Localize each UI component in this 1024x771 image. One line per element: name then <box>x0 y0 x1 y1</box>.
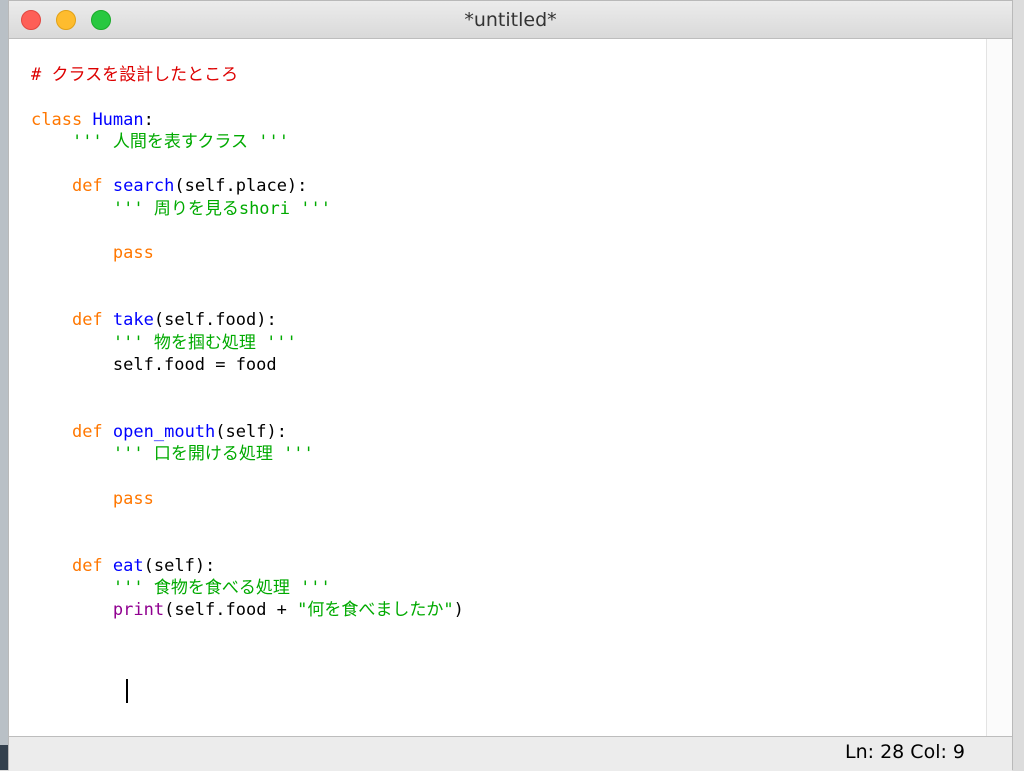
editor-window: *untitled* # クラスを設計したところ​class Human: ''… <box>8 0 1013 771</box>
code-line[interactable]: def open_mouth(self): <box>31 421 464 443</box>
code-line[interactable]: pass <box>31 488 464 510</box>
code-token: def <box>71 421 103 442</box>
code-line[interactable]: ​ <box>31 153 464 175</box>
status-bar: Ln: 28 Col: 9 <box>9 736 1012 771</box>
code-line[interactable]: ''' 周りを見るshori ''' <box>31 198 464 220</box>
code-line[interactable]: pass <box>31 242 464 264</box>
code-line[interactable]: ​ <box>31 220 464 242</box>
code-token: class <box>31 109 83 130</box>
code-token: def <box>71 555 103 576</box>
code-line[interactable]: ​ <box>31 265 464 287</box>
code-line[interactable]: ​ <box>31 465 464 487</box>
window-title: *untitled* <box>464 9 557 31</box>
code-token: (self.food + <box>164 600 298 621</box>
code-line[interactable]: ​ <box>31 86 464 108</box>
code-line[interactable]: ''' 食物を食べる処理 ''' <box>31 577 464 599</box>
code-token: ''' 周りを見るshori ''' <box>112 198 331 219</box>
code-token: (self.food): <box>153 310 277 331</box>
code-token: take <box>112 310 154 331</box>
code-token: ''' 口を開ける処理 ''' <box>112 444 314 465</box>
code-line[interactable]: ''' 物を掴む処理 ''' <box>31 332 464 354</box>
code-line[interactable]: ​ <box>31 376 464 398</box>
code-token: : <box>143 109 154 130</box>
code-token: "何を食べましたか" <box>297 600 454 621</box>
code-token: # クラスを設計したところ <box>31 65 239 85</box>
code-line[interactable]: ​ <box>31 510 464 532</box>
code-line[interactable]: class Human: <box>31 109 464 131</box>
code-token: ''' 人間を表すクラス ''' <box>71 131 289 152</box>
code-token: eat <box>112 555 144 576</box>
desktop-background <box>0 0 8 770</box>
code-token: open_mouth <box>112 421 216 442</box>
text-cursor <box>126 679 128 703</box>
code-token: def <box>71 310 103 331</box>
code-line[interactable]: print(self.food + "何を食べましたか") <box>31 599 464 621</box>
code-token: def <box>71 176 103 197</box>
vertical-scrollbar[interactable] <box>986 39 1012 736</box>
code-line[interactable]: ''' 口を開ける処理 ''' <box>31 443 464 465</box>
code-line[interactable]: def take(self.food): <box>31 309 464 331</box>
code-token: ''' 物を掴む処理 ''' <box>112 332 297 353</box>
code-line[interactable] <box>31 644 464 666</box>
code-line[interactable]: ​ <box>31 398 464 420</box>
cursor-position: Ln: 28 Col: 9 <box>845 741 965 763</box>
code-token: self.food = food <box>31 354 277 375</box>
code-editor[interactable]: # クラスを設計したところ​class Human: ''' 人間を表すクラス … <box>9 39 986 736</box>
desktop-dock-edge <box>0 745 8 770</box>
code-token: (self.place): <box>174 176 308 197</box>
code-token: ''' 食物を食べる処理 ''' <box>112 577 331 598</box>
code-line[interactable]: ​ <box>31 621 464 643</box>
code-line[interactable]: self.food = food <box>31 354 464 376</box>
code-text[interactable]: # クラスを設計したところ​class Human: ''' 人間を表すクラス … <box>31 64 464 666</box>
code-line[interactable]: ​ <box>31 532 464 554</box>
code-line[interactable]: ''' 人間を表すクラス ''' <box>31 131 464 153</box>
code-token: print <box>112 600 165 621</box>
code-token: search <box>112 176 175 197</box>
code-line[interactable]: # クラスを設計したところ <box>31 64 464 86</box>
code-line[interactable]: ​ <box>31 287 464 309</box>
code-token: pass <box>112 488 154 509</box>
code-token: (self): <box>215 421 287 442</box>
code-line[interactable]: def search(self.place): <box>31 175 464 197</box>
code-line[interactable]: def eat(self): <box>31 555 464 577</box>
code-token: Human <box>92 109 144 130</box>
code-token: pass <box>112 243 154 264</box>
title-bar[interactable]: *untitled* <box>9 1 1012 39</box>
code-token: ) <box>453 600 464 621</box>
code-token: (self): <box>143 555 216 576</box>
